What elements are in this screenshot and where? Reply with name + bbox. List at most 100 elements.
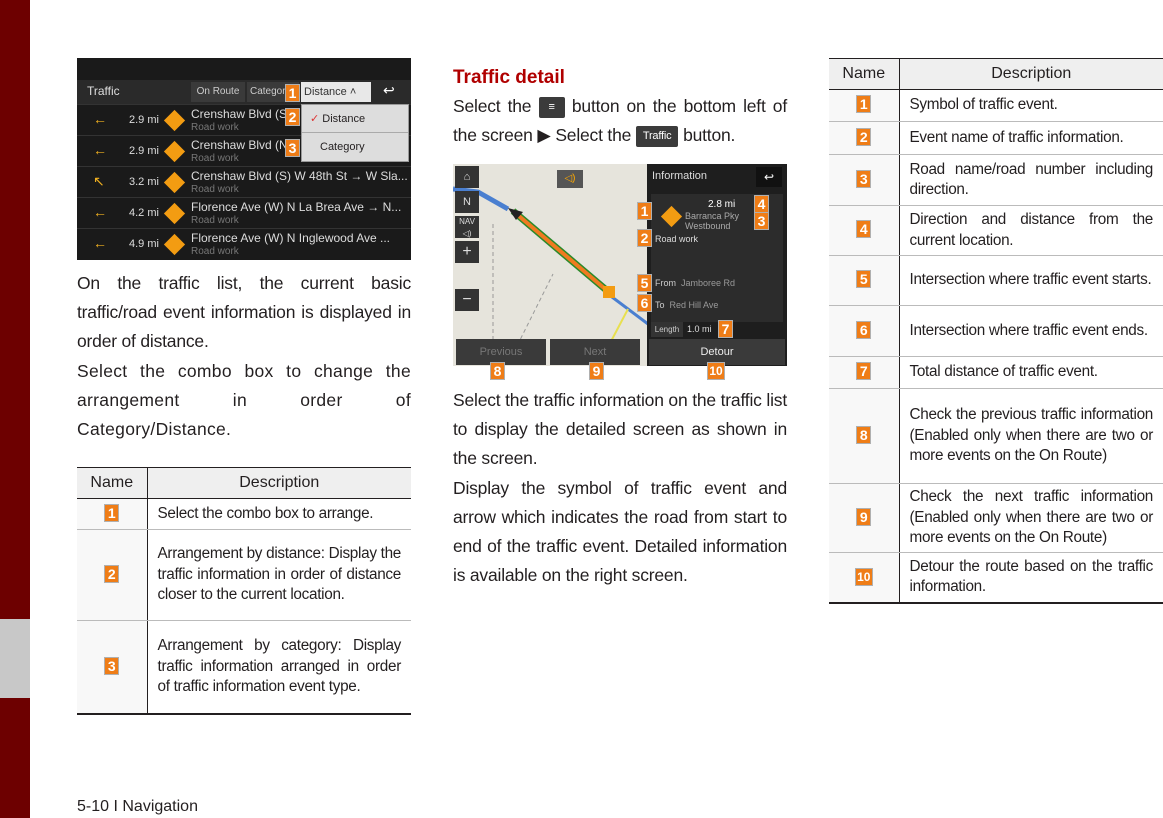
traffic-button: Traffic [635, 126, 679, 148]
panel-title: Information [652, 170, 708, 182]
instruction: Select the ≡ button on the bottom left o… [453, 96, 787, 148]
dropdown-option-category[interactable]: Category [302, 133, 408, 161]
callout-badge: 8 [490, 362, 505, 380]
screen-title: Traffic [87, 84, 120, 98]
distance: 3.2 mi [129, 176, 159, 188]
number-badge: 6 [856, 320, 872, 339]
back-icon[interactable]: ↩ [756, 167, 782, 187]
length-value: 1.0 mi [687, 324, 712, 334]
callout-badge: 10 [707, 362, 725, 380]
description: Total distance of traffic event. [899, 356, 1163, 389]
callout-badge: 3 [754, 212, 769, 230]
table-row: 7 Total distance of traffic event. [829, 356, 1163, 389]
event-type: Road work [191, 122, 239, 133]
from-intersection: From Jamboree Rd [655, 278, 736, 288]
road-name: Barranca Pky Westbound [685, 211, 740, 231]
traffic-sound-icon[interactable]: ◁) [557, 170, 583, 188]
callout-badge: 6 [637, 294, 652, 312]
distance: 4.2 mi [129, 207, 159, 219]
description: Select the combo box to arrange. [147, 498, 411, 530]
menu-button-icon: ≡ [538, 96, 565, 118]
road-name: Crenshaw Blvd (S) W 48th St → W Sla... [191, 169, 408, 183]
col-header-name: Name [829, 58, 900, 90]
number-badge: 5 [856, 270, 872, 289]
table-row: 3 Road name/road number including directi… [829, 154, 1163, 206]
sort-dropdown: ✓ Distance Category [301, 104, 409, 162]
nav-volume-button[interactable]: NAV ◁) [455, 216, 479, 238]
back-icon[interactable]: ↩ [383, 82, 395, 99]
road-work-icon [163, 171, 186, 194]
description: Direction and distance from the current … [899, 205, 1163, 256]
paragraph: On the traffic list, the current basic t… [77, 273, 411, 352]
description: Check the next traffic information (Enab… [899, 483, 1163, 553]
zoom-in-button[interactable]: + [455, 241, 479, 263]
road-name: Crenshaw Blvd (S [191, 107, 288, 121]
zoom-out-button[interactable]: − [455, 289, 479, 311]
road-name: Crenshaw Blvd (N [191, 138, 288, 152]
distance: 2.9 mi [129, 145, 159, 157]
description: Arrangement by distance: Display the tra… [147, 529, 411, 621]
description: Road name/road number including directio… [899, 154, 1163, 206]
table-row: 8 Check the previous traffic information … [829, 388, 1163, 484]
callout-badge: 2 [637, 229, 652, 247]
number-badge: 7 [856, 362, 872, 381]
description: Event name of traffic information. [899, 121, 1163, 155]
paragraph: Select the traffic information on the tr… [453, 390, 787, 469]
section-heading: Traffic detail [453, 67, 565, 88]
dropdown-option-distance[interactable]: ✓ Distance [302, 105, 408, 133]
distance: 4.9 mi [129, 238, 159, 250]
left-description-table: Name Description 1 Select the combo box to… [77, 467, 411, 715]
road-name: Florence Ave (W) N Inglewood Ave ... [191, 231, 390, 245]
description: Symbol of traffic event. [899, 89, 1163, 122]
col-header-description: Description [147, 467, 411, 499]
number-badge: 9 [856, 507, 872, 526]
traffic-detail-screenshot: ⌂ N NAV ◁) + − ◁) Information ↩ 2.8 mi Ba… [453, 164, 787, 366]
number-badge: 2 [856, 127, 872, 146]
callout-badge: 7 [718, 320, 733, 338]
number-badge: 2 [104, 564, 120, 583]
road-work-icon [163, 202, 186, 225]
home-icon[interactable]: ⌂ [455, 166, 479, 188]
description: Intersection where traffic event ends. [899, 305, 1163, 357]
paragraph: Display the symbol of traffic event and … [453, 477, 787, 586]
tab-on-route[interactable]: On Route [191, 82, 245, 102]
callout-badge: 5 [637, 274, 652, 292]
arrow-left-icon: ← [93, 111, 107, 127]
description: Check the previous traffic information (… [899, 388, 1163, 484]
to-intersection: To Red Hill Ave [655, 300, 719, 310]
event-type: Road work [191, 246, 239, 257]
paragraph: Select the combo box to change the arran… [77, 360, 411, 440]
chapter-sidebar [0, 0, 30, 818]
description: Intersection where traffic event starts. [899, 255, 1163, 306]
arrow-left-icon: ← [93, 235, 107, 251]
table-row: 2 Arrangement by distance: Display the tr… [77, 529, 411, 621]
distance: 2.9 mi [129, 114, 159, 126]
table-row: 6 Intersection where traffic event ends. [829, 305, 1163, 357]
sort-combo-box[interactable]: Distance ˄ [301, 82, 371, 102]
north-up-button[interactable]: N [455, 191, 479, 213]
road-work-icon [163, 140, 186, 163]
arrow-up-left-icon: ↖ [93, 173, 105, 189]
description: Detour the route based on the traffic in… [899, 552, 1163, 604]
event-type: Road work [191, 153, 239, 164]
traffic-list-screenshot: Traffic On Route Category Distance ˄ ↩ ←… [77, 58, 411, 260]
callout-badge: 3 [285, 139, 300, 157]
event-type: Road work [191, 184, 239, 195]
road-name: Florence Ave (W) N La Brea Ave → N... [191, 200, 402, 214]
table-row: 1 Symbol of traffic event. [829, 89, 1163, 122]
distance: 2.8 mi [708, 199, 736, 210]
callout-badge: 2 [285, 108, 300, 126]
table-row: 5 Intersection where traffic event starts… [829, 255, 1163, 306]
number-badge: 3 [104, 656, 120, 675]
table-row: 2 Event name of traffic information. [829, 121, 1163, 155]
table-row: 10 Detour the route based on the traffic … [829, 552, 1163, 604]
chapter-tab-indicator [0, 619, 30, 698]
right-description-table: Name Description 1 Symbol of traffic event… [829, 58, 1163, 604]
callout-badge: 4 [754, 195, 769, 213]
arrow-left-icon: ← [93, 142, 107, 158]
table-row: 4 Direction and distance from the current… [829, 205, 1163, 256]
arrow-left-icon: ← [93, 204, 107, 220]
number-badge: 1 [104, 503, 120, 522]
road-work-icon [163, 233, 186, 256]
arrow-right-icon: ▶ [537, 125, 551, 146]
